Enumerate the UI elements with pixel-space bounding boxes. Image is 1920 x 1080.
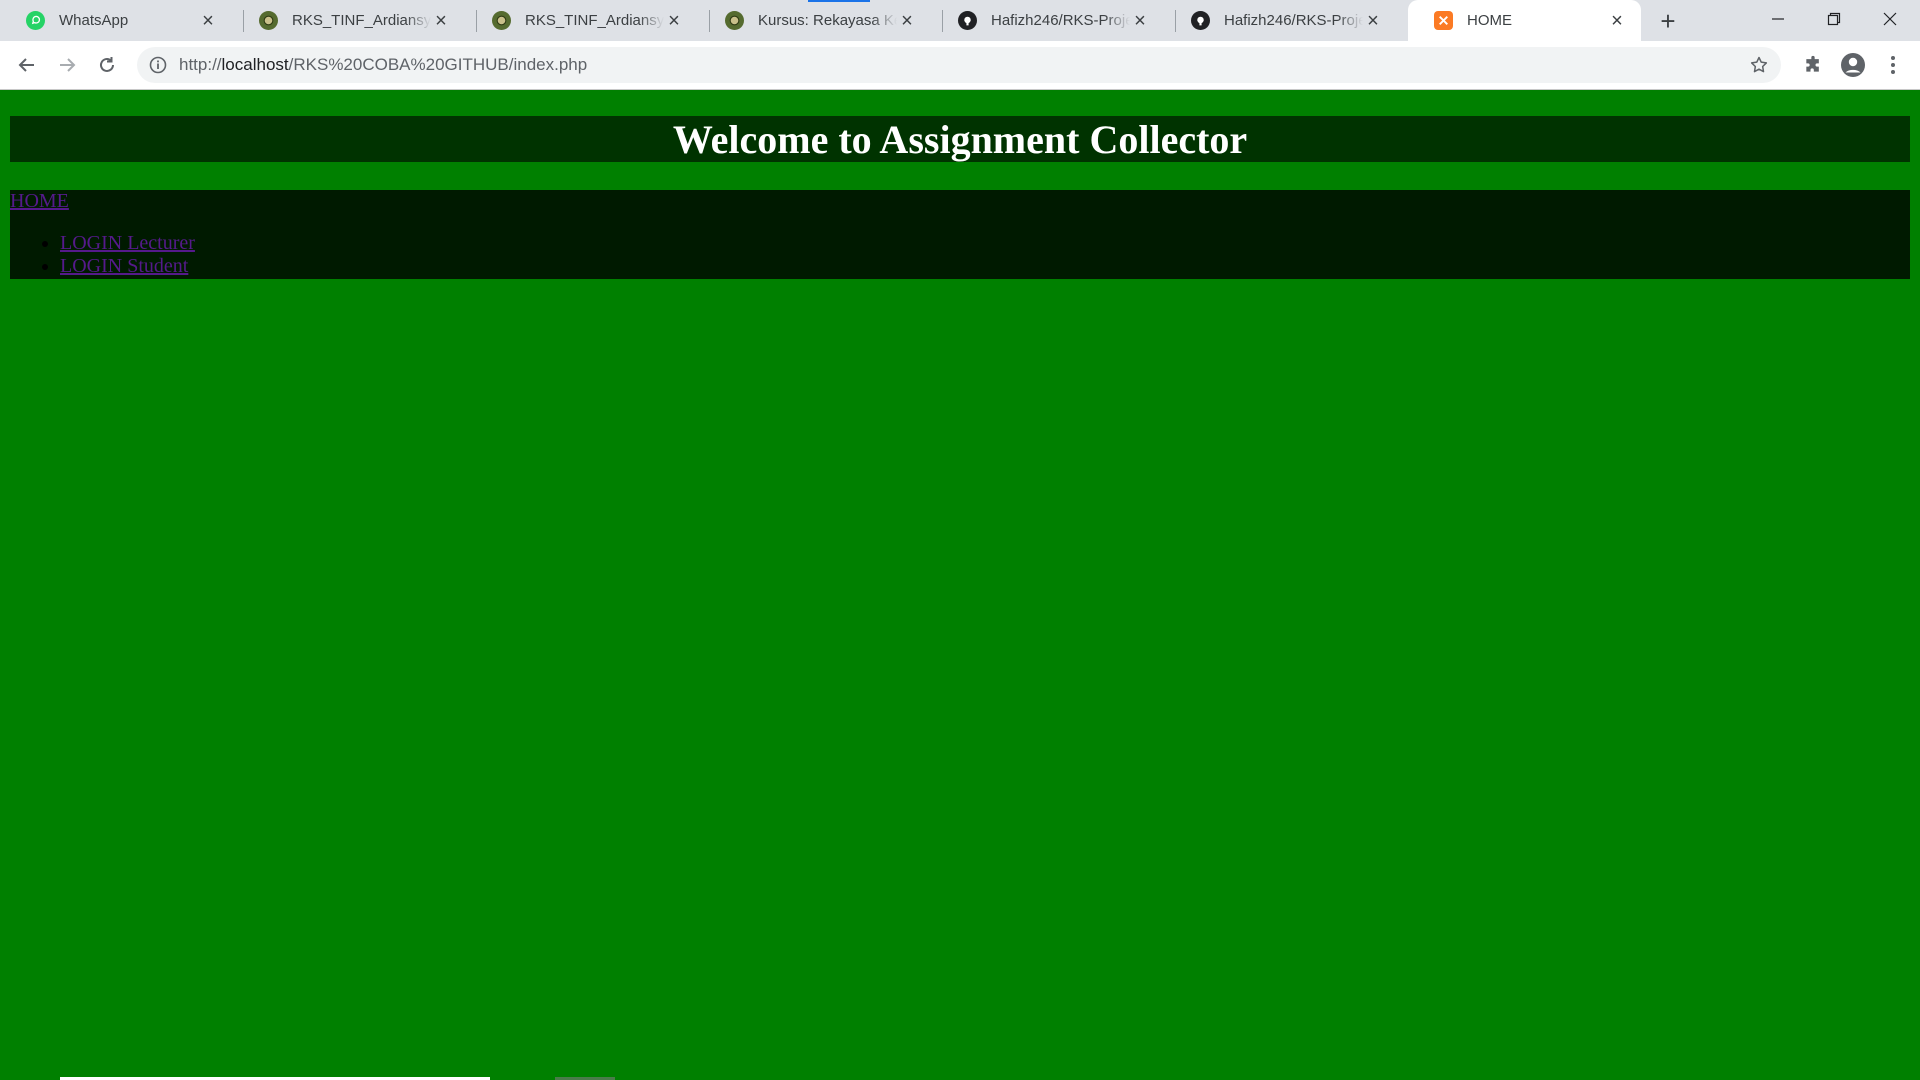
minimize-button[interactable] bbox=[1750, 0, 1806, 38]
tab-rks-1[interactable]: RKS_TINF_Ardiansyah: T × bbox=[233, 0, 465, 41]
browser-toolbar: http://localhost/RKS%20COBA%20GITHUB/ind… bbox=[0, 41, 1920, 90]
tab-rks-2[interactable]: RKS_TINF_Ardiansyah: T × bbox=[466, 0, 698, 41]
close-tab-icon[interactable]: × bbox=[198, 11, 218, 31]
menu-button[interactable] bbox=[1879, 51, 1907, 79]
list-item: LOGIN Student bbox=[60, 255, 195, 278]
tab-title: WhatsApp bbox=[59, 12, 129, 29]
tab-github-2[interactable]: Hafizh246/RKS-Project × bbox=[1165, 0, 1397, 41]
github-icon bbox=[958, 11, 977, 30]
tab-kursus[interactable]: Kursus: Rekayasa Kebut × bbox=[699, 0, 931, 41]
restore-icon bbox=[1827, 12, 1841, 26]
back-arrow-icon bbox=[18, 58, 34, 72]
github-icon bbox=[1191, 11, 1210, 30]
home-link[interactable]: HOME bbox=[10, 190, 69, 212]
restore-button[interactable] bbox=[1806, 0, 1862, 38]
reload-icon bbox=[100, 57, 114, 72]
page-content: Welcome to Assignment Collector HOME LOG… bbox=[0, 90, 1920, 1080]
tab-title: RKS_TINF_Ardiansyah: T bbox=[525, 12, 664, 29]
close-tab-icon[interactable]: × bbox=[1130, 11, 1150, 31]
minimize-icon bbox=[1772, 18, 1784, 20]
login-lecturer-link[interactable]: LOGIN Lecturer bbox=[60, 232, 195, 254]
tab-title: Hafizh246/RKS-Project bbox=[1224, 12, 1363, 29]
tab-title: RKS_TINF_Ardiansyah: T bbox=[292, 12, 431, 29]
campus-logo-icon bbox=[492, 11, 511, 30]
more-vert-icon bbox=[1891, 56, 1895, 74]
bookmark-star-icon[interactable] bbox=[1749, 55, 1769, 75]
address-bar[interactable]: http://localhost/RKS%20COBA%20GITHUB/ind… bbox=[137, 47, 1781, 83]
campus-logo-icon bbox=[725, 11, 744, 30]
whatsapp-icon bbox=[26, 11, 45, 30]
account-avatar-icon bbox=[1841, 53, 1865, 77]
list-item: LOGIN Lecturer bbox=[60, 232, 195, 255]
login-menu-list: LOGIN Lecturer LOGIN Student bbox=[10, 232, 195, 278]
close-tab-icon[interactable]: × bbox=[1363, 11, 1383, 31]
address-url[interactable]: http://localhost/RKS%20COBA%20GITHUB/ind… bbox=[179, 55, 587, 75]
tab-title: Hafizh246/RKS-Project bbox=[991, 12, 1130, 29]
new-tab-button[interactable]: + bbox=[1652, 6, 1684, 36]
puzzle-icon bbox=[1806, 55, 1819, 72]
info-icon[interactable] bbox=[149, 56, 167, 74]
close-tab-icon[interactable]: × bbox=[1607, 11, 1627, 31]
tab-title: HOME bbox=[1467, 12, 1512, 29]
close-tab-icon[interactable]: × bbox=[897, 11, 917, 31]
forward-button[interactable] bbox=[51, 49, 83, 81]
campus-logo-icon bbox=[259, 11, 278, 30]
close-icon bbox=[1883, 12, 1897, 26]
forward-arrow-icon bbox=[60, 58, 76, 72]
tab-github-1[interactable]: Hafizh246/RKS-Project × bbox=[932, 0, 1164, 41]
header-banner: Welcome to Assignment Collector bbox=[10, 116, 1910, 162]
close-tab-icon[interactable]: × bbox=[431, 11, 451, 31]
tab-home[interactable]: HOME × bbox=[1408, 0, 1641, 41]
profile-button[interactable] bbox=[1839, 51, 1867, 79]
navigation-menu: HOME LOGIN Lecturer LOGIN Student bbox=[10, 190, 1910, 279]
reload-button[interactable] bbox=[91, 49, 123, 81]
extensions-button[interactable] bbox=[1799, 51, 1827, 79]
page-title: Welcome to Assignment Collector bbox=[672, 116, 1248, 162]
login-student-link[interactable]: LOGIN Student bbox=[60, 255, 188, 277]
close-tab-icon[interactable]: × bbox=[664, 11, 684, 31]
back-button[interactable] bbox=[11, 49, 43, 81]
tab-strip: WhatsApp × RKS_TINF_Ardiansyah: T × RKS_… bbox=[0, 0, 1920, 41]
close-window-button[interactable] bbox=[1862, 0, 1918, 38]
xampp-icon bbox=[1434, 11, 1453, 30]
tab-title: Kursus: Rekayasa Kebut bbox=[758, 12, 897, 29]
tab-whatsapp[interactable]: WhatsApp × bbox=[0, 0, 232, 41]
